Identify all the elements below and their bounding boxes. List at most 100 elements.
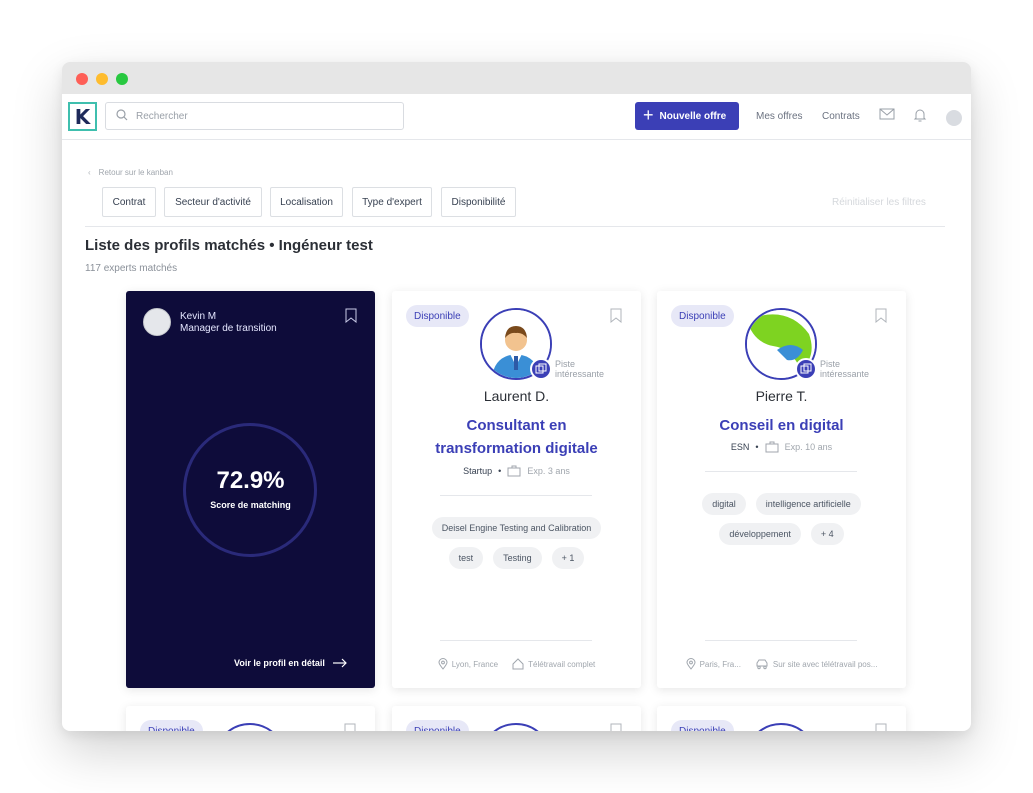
home-icon [512, 658, 524, 670]
profile-job-title[interactable]: Consultant en transformation digitale [392, 414, 641, 460]
more-tags[interactable]: + 4 [810, 523, 844, 545]
experience: Exp. 10 ans [784, 442, 833, 452]
profile-footer: Lyon, France Télétravail complet [392, 658, 641, 670]
profile-photo [480, 723, 552, 731]
logo-letter: K [74, 104, 91, 129]
plus-icon: + [643, 105, 654, 125]
chevron-left-icon: ‹ [88, 168, 91, 177]
profile-photo [214, 723, 286, 731]
nav-my-offers[interactable]: Mes offres [756, 111, 803, 122]
score-value: 72.9% [216, 467, 285, 494]
filter-contract[interactable]: Contrat [102, 187, 156, 217]
copy-icon [535, 363, 547, 374]
profile-footer: Paris, Fra... Sur site avec télétravail … [657, 658, 906, 670]
divider [705, 471, 857, 472]
window-titlebar [62, 62, 971, 94]
work-mode-text: Sur site avec télétravail pos... [772, 659, 878, 669]
filter-expert-type[interactable]: Type d'expert [352, 187, 432, 217]
shortlist-icon[interactable] [795, 358, 817, 380]
matched-count: 117 experts matchés [85, 263, 178, 274]
briefcase-icon [765, 441, 779, 453]
skill-tags: digital intelligence artificielle dévelo… [657, 493, 906, 545]
interest-label-line: Piste [820, 359, 841, 369]
skill-tag: test [448, 547, 484, 569]
bookmark-icon[interactable] [344, 723, 356, 731]
profile-photo [745, 723, 817, 731]
profile-name: Pierre T. [755, 388, 808, 404]
interest-label: Piste intéressante [555, 359, 604, 379]
new-offer-label: Nouvelle offre [659, 110, 727, 122]
search-input[interactable] [136, 108, 386, 124]
more-tags[interactable]: + 1 [551, 547, 585, 569]
bookmark-icon[interactable] [875, 723, 887, 731]
close-window-button[interactable] [76, 73, 88, 85]
work-mode-text: Télétravail complet [528, 659, 596, 669]
profile-meta: ESN • Exp. 10 ans [657, 441, 906, 453]
profile-job-title[interactable]: Conseil en digital [657, 414, 906, 437]
user-name: Kevin M [180, 311, 217, 322]
shortlist-icon[interactable] [530, 358, 552, 380]
filter-location[interactable]: Localisation [270, 187, 343, 217]
search-box[interactable] [105, 102, 404, 130]
job-title-line: Consultant en [466, 417, 567, 434]
profile-card[interactable]: Disponible [392, 291, 641, 688]
bell-icon[interactable] [913, 107, 927, 123]
briefcase-icon [507, 465, 521, 477]
page-title: Liste des profils matchés • Ingéneur tes… [85, 237, 373, 254]
score-label: Score de matching [210, 500, 291, 510]
job-title-line: transformation digitale [435, 440, 598, 457]
skill-tag: développement [719, 523, 801, 545]
divider [85, 226, 945, 227]
status-badge: Disponible [671, 305, 734, 327]
work-mode: Télétravail complet [512, 658, 595, 670]
location: Paris, Fra... [686, 658, 741, 670]
user-avatar[interactable] [946, 110, 962, 126]
location-pin-icon [438, 658, 448, 670]
divider [705, 640, 857, 641]
view-profile-link[interactable]: Voir le profil en détail [234, 658, 347, 668]
car-icon [756, 659, 768, 670]
work-mode: Sur site avec télétravail pos... [755, 658, 878, 670]
profile-card[interactable]: Disponible Piste intéressante Pierre T. … [657, 291, 906, 688]
arrow-right-icon [332, 658, 347, 668]
back-label: Retour sur le kanban [98, 168, 173, 177]
bookmark-icon[interactable] [345, 308, 357, 323]
maximize-window-button[interactable] [116, 73, 128, 85]
view-profile-label: Voir le profil en détail [234, 658, 325, 668]
company-type: Startup [463, 466, 493, 476]
app-logo[interactable]: K [68, 102, 97, 131]
profile-card[interactable]: Disponible [392, 706, 641, 731]
matching-score-card[interactable]: Kevin M Manager de transition 72.9% Scor… [126, 291, 375, 688]
experience: Exp. 3 ans [527, 466, 570, 476]
nav-contracts[interactable]: Contrats [822, 111, 860, 122]
bookmark-icon[interactable] [875, 308, 887, 323]
divider [440, 640, 592, 641]
profile-name: Laurent D. [483, 388, 550, 404]
mail-icon[interactable] [879, 107, 895, 121]
bookmark-icon[interactable] [610, 723, 622, 731]
reset-filters-link[interactable]: Réinitialiser les filtres [832, 197, 926, 208]
location-text: Paris, Fra... [699, 659, 741, 669]
new-offer-button[interactable]: + Nouvelle offre [635, 102, 739, 130]
bullet: • [498, 466, 502, 476]
minimize-window-button[interactable] [96, 73, 108, 85]
skill-tag: Deisel Engine Testing and Calibration [431, 517, 602, 539]
interest-label-line: intéressante [820, 369, 870, 379]
divider [440, 495, 592, 496]
status-badge: Disponible [671, 720, 734, 731]
location-pin-icon [686, 658, 696, 670]
filter-availability[interactable]: Disponibilité [441, 187, 516, 217]
interest-label: Piste intéressante [820, 359, 869, 379]
user-role: Manager de transition [180, 323, 277, 334]
app-window: K + Nouvelle offre Mes offres Contrats ‹… [62, 62, 971, 731]
job-title-line: Conseil en digital [719, 417, 844, 434]
skill-tags: Deisel Engine Testing and Calibration te… [392, 517, 641, 569]
location-text: Lyon, France [451, 659, 499, 669]
filter-sector[interactable]: Secteur d'activité [164, 187, 262, 217]
bookmark-icon[interactable] [610, 308, 622, 323]
back-to-kanban-link[interactable]: ‹ Retour sur le kanban [88, 168, 173, 177]
profile-card[interactable]: Disponible [126, 706, 375, 731]
status-badge: Disponible [406, 305, 469, 327]
profile-meta: Startup • Exp. 3 ans [392, 465, 641, 477]
profile-card[interactable]: Disponible [657, 706, 906, 731]
